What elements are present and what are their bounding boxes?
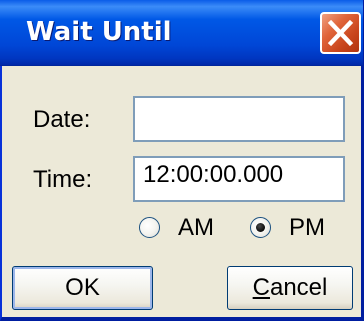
pm-radio[interactable] [250,217,271,238]
ok-button-label: OK [65,274,100,301]
date-field[interactable] [133,96,345,142]
am-label: AM [178,214,214,241]
wait-until-dialog: Wait Until Date: Time: 12:00:00.000 AM P… [0,0,364,321]
am-radio[interactable] [139,217,160,238]
close-button[interactable] [320,12,361,54]
window-title: Wait Until [26,17,172,47]
date-label: Date: [33,106,91,133]
ok-button[interactable]: OK [12,266,153,310]
close-icon [327,19,354,47]
cancel-mnemonic: C [252,274,270,301]
cancel-label-rest: ancel [269,274,328,301]
time-field[interactable]: 12:00:00.000 [133,156,345,202]
pm-radio-selected-dot [256,223,265,232]
cancel-button-label: Cancel [253,274,328,301]
pm-label: PM [289,214,325,241]
title-bar[interactable]: Wait Until [0,0,363,66]
cancel-button[interactable]: Cancel [227,266,353,310]
time-label: Time: [33,166,93,193]
